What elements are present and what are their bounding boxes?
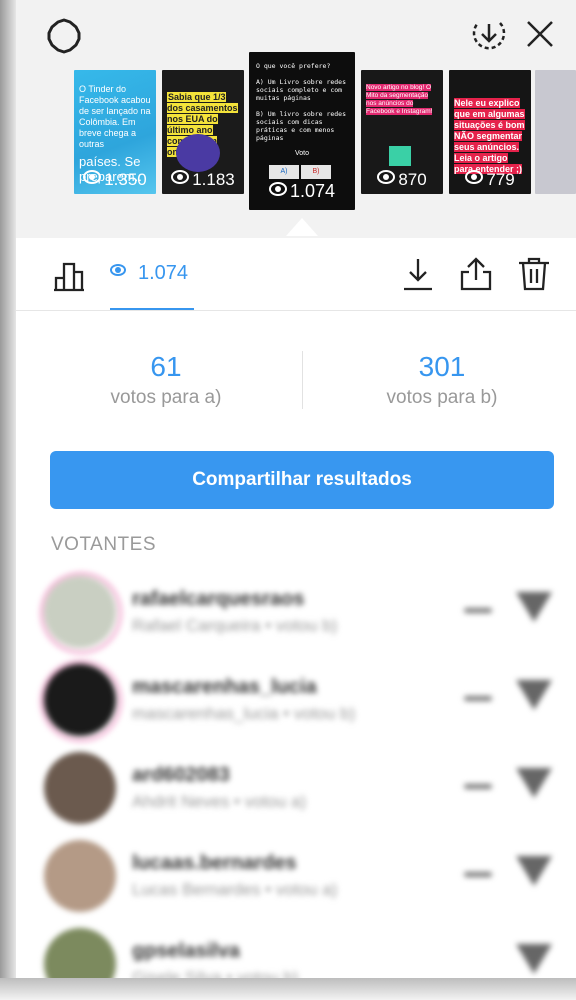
story-thumbnail[interactable]: Nele eu explico que em algumas situações… <box>449 70 531 194</box>
vote-label-a: votos para a) <box>110 387 222 408</box>
poll-results: 61 votos para a) 301 votos para b) <box>16 311 576 441</box>
story-header: O Tinder do Facebook acabou de ser lança… <box>16 0 576 238</box>
story-text: Novo artigo no blog! O Mito da segmentaç… <box>366 84 433 115</box>
story-text: O que você prefere? A) Um Livro sobre re… <box>256 62 347 142</box>
more-options-icon[interactable] <box>464 784 492 789</box>
voter-row[interactable]: ard602083 Ahdrit Neves • votou a) <box>16 744 576 828</box>
avatar[interactable] <box>44 664 116 736</box>
voter-row[interactable]: mascarenhas_lucia mascarenhas_lucia • vo… <box>16 656 576 742</box>
more-options-icon[interactable] <box>464 608 492 613</box>
share-icon[interactable] <box>458 256 494 292</box>
story-views: 1.350 <box>104 170 147 189</box>
result-option-a: 61 votos para a) <box>36 351 296 409</box>
story-toolbar: 1.074 <box>16 238 576 311</box>
story-thumbnail-selected[interactable]: O que você prefere? A) Um Livro sobre re… <box>249 52 355 210</box>
selection-pointer <box>286 218 318 236</box>
avatar[interactable] <box>44 576 116 648</box>
voter-vote: Lucas Bernardes • votou a) <box>132 880 338 899</box>
divider <box>302 351 303 409</box>
story-text: Nele eu explico que em algumas situações… <box>454 98 525 174</box>
settings-icon[interactable] <box>46 18 82 54</box>
viewers-tab[interactable]: 1.074 <box>110 262 188 285</box>
vote-label-b: votos para b) <box>386 387 498 408</box>
poll-label: Voto <box>294 150 309 157</box>
voters-section-title: VOTANTES <box>51 534 156 555</box>
poll-option-b: B) <box>301 165 331 179</box>
vote-count-b: 301 <box>418 351 466 382</box>
reply-icon[interactable] <box>516 680 552 710</box>
story-thumbnail[interactable]: Novo artigo no blog! O Mito da segmentaç… <box>361 70 443 194</box>
eye-icon <box>268 182 287 196</box>
eye-icon <box>377 170 396 184</box>
voter-vote: mascarenhas_lucia • votou b) <box>132 704 356 723</box>
avatar[interactable] <box>44 840 116 912</box>
more-options-icon[interactable] <box>464 696 492 701</box>
vote-count-a: 61 <box>150 351 182 382</box>
story-thumbnail[interactable]: Sabia que 1/3 dos casamentos nos EUA do … <box>162 70 244 194</box>
insights-icon[interactable] <box>52 258 86 292</box>
eye-icon <box>83 170 102 184</box>
reply-icon[interactable] <box>516 856 552 886</box>
story-carousel: O Tinder do Facebook acabou de ser lança… <box>16 52 576 220</box>
voter-row[interactable]: rafaelcarquesraos Rafael Carqueira • vot… <box>16 568 576 654</box>
story-image <box>176 134 220 172</box>
story-views: 1.183 <box>192 170 235 189</box>
story-viewers-screen: O Tinder do Facebook acabou de ser lança… <box>0 0 576 1000</box>
eye-icon <box>110 264 126 276</box>
more-options-icon[interactable] <box>464 872 492 877</box>
reply-icon[interactable] <box>516 944 552 974</box>
voter-username: mascarenhas_lucia <box>132 676 317 698</box>
story-thumbnail[interactable]: O Tinder do Facebook acabou de ser lança… <box>74 70 156 194</box>
viewers-count: 1.074 <box>138 262 189 284</box>
active-tab-indicator <box>110 308 194 310</box>
story-thumbnail[interactable] <box>535 70 576 194</box>
reply-icon[interactable] <box>516 592 552 622</box>
voter-vote: Rafael Carqueira • votou b) <box>132 616 338 635</box>
save-story-icon[interactable] <box>470 16 508 54</box>
voter-username: rafaelcarquesraos <box>132 588 305 610</box>
story-views: 1.074 <box>289 181 336 201</box>
voter-username: lucaas.bernardes <box>132 852 297 874</box>
voter-username: gpselasilva <box>132 940 240 962</box>
share-results-button[interactable]: Compartilhar resultados <box>50 451 554 509</box>
poll-option-a: A) <box>269 165 299 179</box>
voter-row[interactable]: lucaas.bernardes Lucas Bernardes • votou… <box>16 832 576 916</box>
eye-icon <box>171 170 190 184</box>
delete-icon[interactable] <box>516 256 552 292</box>
avatar[interactable] <box>44 752 116 824</box>
voter-vote: Ahdrit Neves • votou a) <box>132 792 307 811</box>
frame-shadow <box>0 0 16 1000</box>
story-image <box>389 146 411 166</box>
voter-username: ard602083 <box>132 764 230 786</box>
story-views: 779 <box>486 170 515 189</box>
eye-icon <box>465 170 484 184</box>
story-views: 870 <box>398 170 427 189</box>
reply-icon[interactable] <box>516 768 552 798</box>
download-icon[interactable] <box>400 256 436 292</box>
story-text: O Tinder do Facebook acabou de ser lança… <box>79 84 151 149</box>
result-option-b: 301 votos para b) <box>312 351 572 409</box>
close-icon[interactable] <box>524 18 556 50</box>
frame-shadow <box>0 978 576 1000</box>
